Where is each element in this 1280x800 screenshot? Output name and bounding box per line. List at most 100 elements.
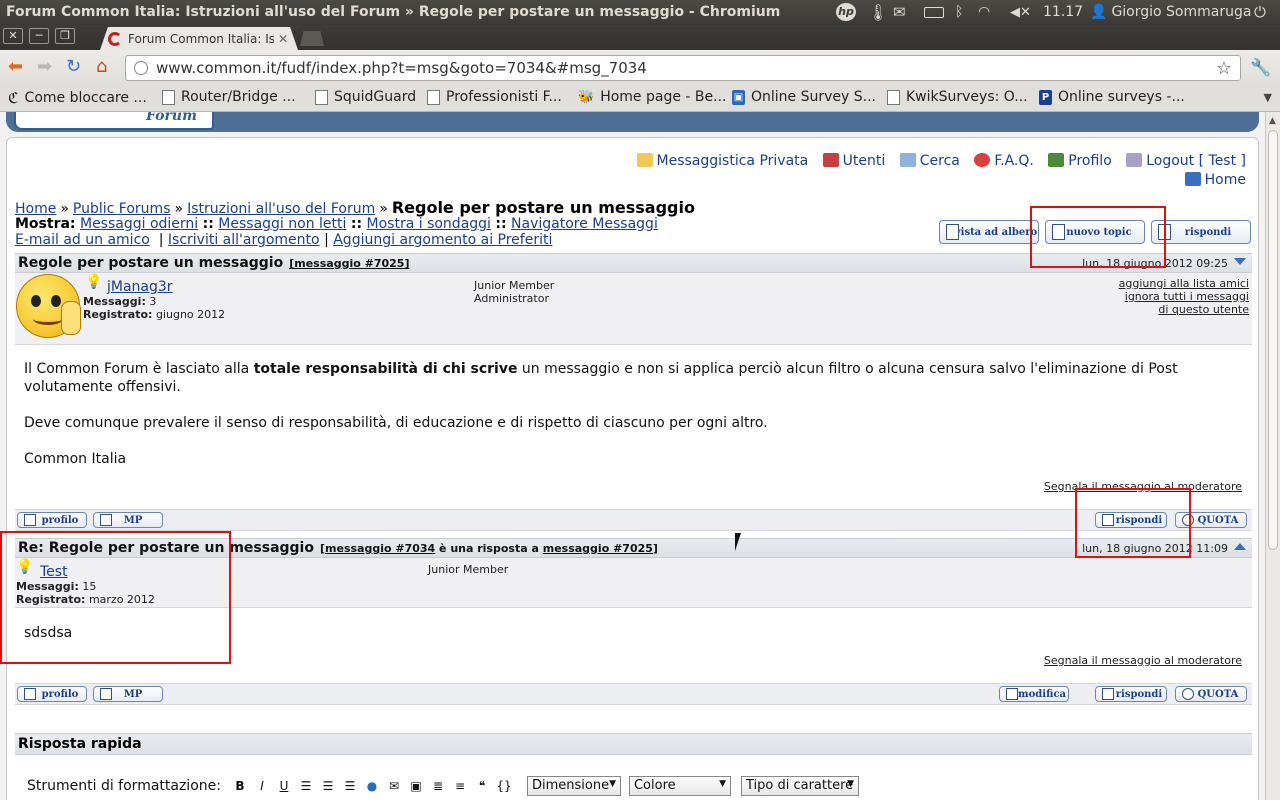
unread-messages-link[interactable]: Messaggi non letti <box>218 216 346 232</box>
bookmark-item[interactable]: P Online surveys -... <box>1039 89 1185 105</box>
page-scrollbar[interactable]: ▲ <box>1265 112 1280 800</box>
arrow-up-icon[interactable] <box>1234 543 1246 550</box>
today-messages-link[interactable]: Messaggi odierni <box>80 216 198 232</box>
quote-button[interactable]: QUOTA <box>1175 512 1247 528</box>
bookmark-item[interactable]: ▣ Online Survey S... <box>732 89 876 105</box>
forward-icon[interactable]: ➡ <box>37 58 52 76</box>
message-navigator-link[interactable]: Navigatore Messaggi <box>511 216 658 232</box>
volume-mute-icon[interactable]: ◀✕ <box>1010 3 1031 21</box>
clock[interactable]: 11.17 <box>1043 3 1083 21</box>
edit-button[interactable]: modifica <box>999 686 1069 702</box>
battery-icon[interactable] <box>924 3 944 21</box>
globe-link-icon[interactable]: ● <box>363 777 381 795</box>
ref-text: è una risposta a <box>435 542 543 555</box>
search-link[interactable]: Cerca <box>899 153 960 169</box>
faq-link[interactable]: F.A.Q. <box>974 153 1034 169</box>
pm-button[interactable]: MP <box>93 512 163 528</box>
subscribe-link[interactable]: Iscriviti all'argomento <box>168 232 320 248</box>
report-message-link[interactable]: Segnala il messaggio al moderatore <box>1044 654 1242 667</box>
numbered-list-icon[interactable]: ≣ <box>429 777 447 795</box>
favorites-link[interactable]: Aggiungi argomento ai Preferiti <box>333 232 552 248</box>
select-value: Tipo di carattere <box>745 778 854 793</box>
page-icon <box>162 89 175 105</box>
bookmark-item[interactable]: ℭ Come bloccare ... <box>8 89 147 107</box>
profile-button[interactable]: profilo <box>17 512 87 528</box>
size-select[interactable]: Dimensione ▼ <box>526 776 621 796</box>
maximize-window-button[interactable]: ❐ <box>55 28 75 44</box>
reply-button[interactable]: rispondi <box>1095 686 1167 702</box>
user-menu[interactable]: 👤 Giorgio Sommaruga <box>1090 3 1251 21</box>
bookmark-item[interactable]: Professionisti F... <box>427 89 562 105</box>
tab-close-icon[interactable]: ✕ <box>278 32 288 46</box>
font-select[interactable]: Tipo di carattere ▼ <box>740 776 859 796</box>
private-messages-link[interactable]: Messaggistica Privata <box>636 153 808 169</box>
hp-icon[interactable]: hp <box>836 3 856 21</box>
home-link[interactable]: Home <box>1184 172 1246 188</box>
align-center-icon[interactable]: ☰ <box>319 777 337 795</box>
power-icon[interactable]: ⏻ <box>1254 3 1266 21</box>
quote-icon[interactable]: ❝ <box>473 777 491 795</box>
breadcrumb-section[interactable]: Istruzioni all'uso del Forum <box>187 201 375 217</box>
reload-icon[interactable]: ↻ <box>66 58 81 76</box>
color-select[interactable]: Colore ▼ <box>628 776 731 796</box>
add-friend-link[interactable]: aggiungi alla lista amici <box>1119 277 1249 290</box>
reply-button[interactable]: rispondi <box>1095 512 1167 528</box>
italic-button[interactable]: I <box>253 777 271 795</box>
scroll-up-icon[interactable]: ▲ <box>1269 116 1276 126</box>
tools-label: Strumenti di formattazione: <box>27 778 221 794</box>
profile-button[interactable]: profilo <box>17 686 87 702</box>
mail-icon[interactable]: ✉ <box>893 3 906 21</box>
bookmark-star-icon[interactable]: ☆ <box>1216 58 1232 79</box>
bullet-list-icon[interactable]: ≡ <box>451 777 469 795</box>
bookmark-item[interactable]: KwikSurveys: O... <box>887 89 1028 105</box>
battery-icon[interactable]: 🌡 <box>868 3 888 22</box>
bookmark-item[interactable]: SquidGuard <box>315 89 416 105</box>
bookmark-item[interactable]: Router/Bridge ... <box>162 89 296 105</box>
bluetooth-icon[interactable]: ᛒ <box>955 3 963 21</box>
chevron-down-icon[interactable]: ▼ <box>1264 91 1272 104</box>
home-icon[interactable]: ⌂ <box>96 58 107 76</box>
polls-link[interactable]: Mostra i sondaggi <box>367 216 491 232</box>
wrench-icon[interactable]: 🔧 <box>1250 58 1271 78</box>
email-friend-link[interactable]: E-mail ad un amico <box>15 232 150 248</box>
author-link[interactable]: Test <box>40 564 68 580</box>
ignore-user-link[interactable]: ignora tutti i messaggi <box>1119 290 1249 303</box>
reply-top-button[interactable]: rispondi <box>1151 220 1251 244</box>
bookmark-item[interactable]: 🐝 Home page - Be... <box>578 89 726 105</box>
close-window-button[interactable]: ✕ <box>3 28 23 44</box>
tree-view-button[interactable]: vista ad albero <box>939 220 1039 244</box>
new-topic-button[interactable]: nuovo topic <box>1045 220 1145 244</box>
breadcrumb-public-forums[interactable]: Public Forums <box>73 201 171 217</box>
pm-button[interactable]: MP <box>93 686 163 702</box>
parent-ref-link[interactable]: messaggio #7025 <box>543 542 653 555</box>
author-link[interactable]: jManag3r <box>107 279 173 295</box>
back-icon[interactable]: ⬅ <box>8 58 23 76</box>
breadcrumb-home[interactable]: Home <box>15 201 56 217</box>
email-icon[interactable]: ✉ <box>385 777 403 795</box>
users-link[interactable]: Utenti <box>822 153 885 169</box>
align-right-icon[interactable]: ☰ <box>341 777 359 795</box>
wifi-icon[interactable]: ◠ <box>978 3 990 21</box>
minimize-window-button[interactable]: ─ <box>29 28 49 44</box>
arrow-down-icon[interactable] <box>1234 258 1246 265</box>
ignore-user-link-2[interactable]: di questo utente <box>1119 303 1249 316</box>
forum-logo[interactable]: Forum <box>14 112 214 130</box>
align-left-icon[interactable]: ☰ <box>297 777 315 795</box>
underline-button[interactable]: U <box>275 777 293 795</box>
tab-forum[interactable]: Forum Common Italia: Istruzioni all'uso … <box>100 27 298 50</box>
new-tab-button[interactable] <box>300 31 324 46</box>
image-icon[interactable]: ▣ <box>407 777 425 795</box>
message-title-line: Re: Regole per postare un messaggio [mess… <box>18 540 658 556</box>
address-bar[interactable]: www.common.it/fudf/index.php?t=msg&goto=… <box>125 55 1241 81</box>
report-message-link[interactable]: Segnala il messaggio al moderatore <box>1044 480 1242 493</box>
scrollbar-thumb[interactable] <box>1268 130 1278 550</box>
logout-link[interactable]: Logout [ Test ] <box>1126 153 1246 169</box>
bookmark-label: Professionisti F... <box>446 89 562 105</box>
message-ref-link[interactable]: messaggio #7034 <box>325 542 435 555</box>
bold-button[interactable]: B <box>231 777 249 795</box>
url-text: www.common.it/fudf/index.php?t=msg&goto=… <box>156 59 647 77</box>
quote-button[interactable]: QUOTA <box>1175 686 1247 702</box>
code-icon[interactable]: {} <box>495 777 513 795</box>
profile-link[interactable]: Profilo <box>1048 153 1112 169</box>
message-ref-link[interactable]: [messaggio #7025] <box>289 257 409 270</box>
